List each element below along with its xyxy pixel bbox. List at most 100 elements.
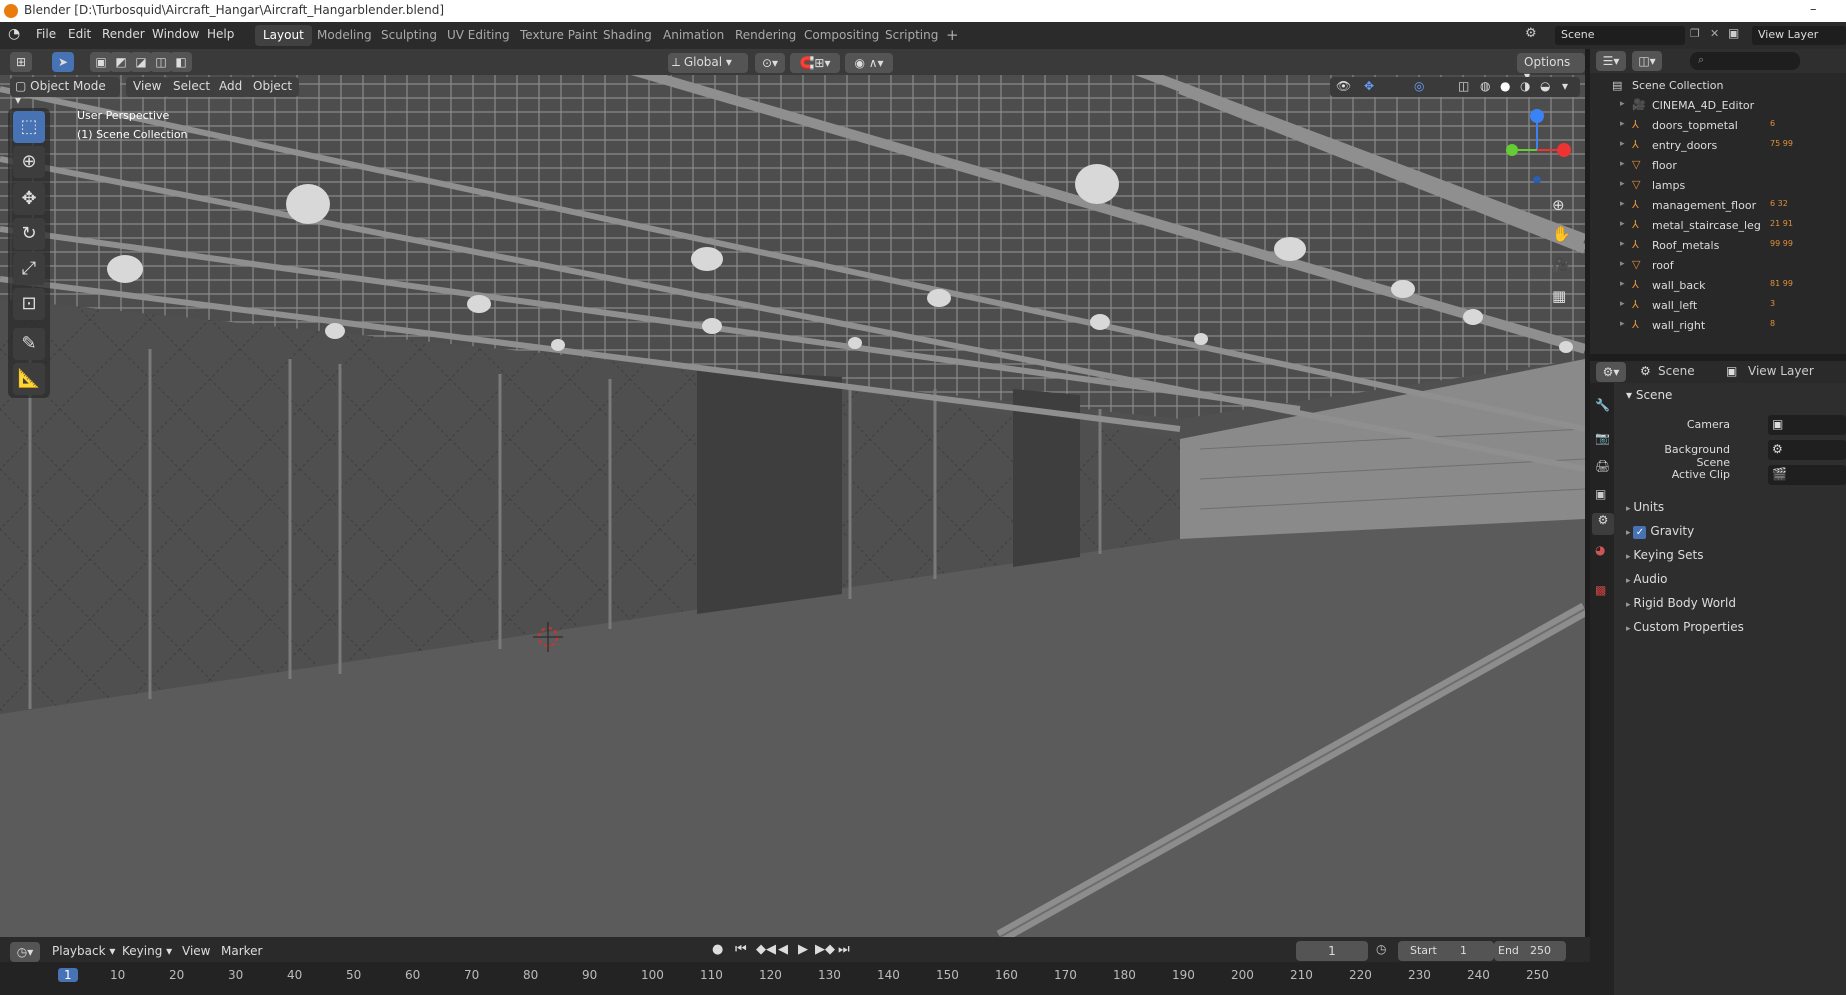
render-tab-icon[interactable]: 📷 [1595,431,1610,445]
tab-shading[interactable]: Shading [595,25,660,46]
expand-arrow-icon[interactable]: ▸ [1620,259,1625,269]
viewport-menu-add[interactable]: Add [212,77,250,97]
play-reverse-icon[interactable]: ◀ [778,942,788,957]
properties-section[interactable]: ▸ Custom Properties [1626,620,1744,634]
view-layer-field[interactable]: View Layer [1752,26,1846,45]
outliner-item[interactable]: ▸ ⅄ metal_staircase_leg 21 91 [1590,216,1846,236]
pivot-point-icon[interactable]: ⊙▾ [755,53,785,73]
play-icon[interactable]: ▶ [798,942,808,957]
background-scene-field[interactable]: ⚙ [1768,440,1846,460]
zoom-icon[interactable]: ⊕ [1552,196,1565,214]
outliner-item[interactable]: ▸ ▽ lamps [1590,176,1846,196]
scale-tool-icon[interactable]: ⤢ [13,253,45,285]
solid-shading-icon[interactable]: ● [1500,79,1510,93]
perspective-toggle-icon[interactable]: ▦ [1552,287,1566,305]
pan-hand-icon[interactable]: ✋ [1552,225,1571,243]
outliner-search-input[interactable]: ⌕ [1690,52,1800,70]
camera-field[interactable]: ▣ [1768,415,1846,435]
expand-arrow-icon[interactable]: ▸ [1620,159,1625,169]
start-frame-field[interactable]: Start 1 [1398,941,1494,961]
menu-window[interactable]: Window [152,27,199,41]
proportional-edit-icon[interactable]: ◉ ∧▾ [845,53,893,73]
viewport-menu-select[interactable]: Select [166,77,218,97]
camera-view-icon[interactable]: 🎥 [1552,256,1571,274]
blender-menu-icon[interactable]: ◔ [8,26,26,44]
rendered-shading-icon[interactable]: ◒ [1540,79,1550,93]
editor-type-icon[interactable]: ⊞ [10,52,32,72]
timeline-menu-view[interactable]: View [182,944,210,958]
menu-render[interactable]: Render [102,27,145,41]
world-tab-icon[interactable]: ◕ [1595,543,1605,557]
outliner-item[interactable]: ▸ ⅄ doors_topmetal 6 [1590,116,1846,136]
viewport-menu-object[interactable]: Object [246,77,300,97]
properties-tab-scene[interactable]: Scene [1658,364,1695,378]
outliner-root[interactable]: ▤ Scene Collection [1590,76,1846,96]
viewport-menu-view[interactable]: View [126,77,169,97]
tab-texture-paint[interactable]: Texture Paint [512,25,605,46]
display-mode-icon[interactable]: ◫▾ [1632,51,1662,71]
expand-arrow-icon[interactable]: ▸ [1620,139,1625,149]
outliner-item[interactable]: ▸ ⅄ wall_back 81 99 [1590,276,1846,296]
menu-edit[interactable]: Edit [68,27,91,41]
view-layer-icon[interactable]: ▣ [1728,26,1739,40]
outliner-item[interactable]: ▸ 🎥 CINEMA_4D_Editor [1590,96,1846,116]
current-frame-field[interactable]: 1 [1296,941,1368,961]
properties-tab-view-layer[interactable]: View Layer [1748,364,1814,378]
outliner-item[interactable]: ▸ ⅄ entry_doors 75 99 [1590,136,1846,156]
expand-arrow-icon[interactable]: ▸ [1620,99,1625,109]
outliner-editor-type-icon[interactable]: ☰▾ [1596,51,1626,71]
shading-options-icon[interactable]: ▾ [1562,79,1568,93]
properties-section[interactable]: ▸ ✓ Gravity [1626,524,1694,539]
delete-scene-icon[interactable]: ✕ [1710,27,1719,40]
snap-toggle-icon[interactable]: 🧲⊞▾ [790,53,840,73]
tab-layout[interactable]: Layout [255,25,312,46]
expand-arrow-icon[interactable]: ▸ [1620,119,1625,129]
outliner-item[interactable]: ▸ ⅄ management_floor 6 32 [1590,196,1846,216]
new-scene-icon[interactable]: ❐ [1690,27,1700,40]
scene-props-tab-icon[interactable]: ⚙ [1592,513,1614,535]
select-box-subtract-icon[interactable]: ◪ [130,52,152,72]
prev-keyframe-icon[interactable]: ◆◀ [756,942,776,957]
outliner-item[interactable]: ▸ ▽ floor [1590,156,1846,176]
menu-file[interactable]: File [36,27,56,41]
select-box-intersect-icon[interactable]: ◧ [170,52,192,72]
tab-rendering[interactable]: Rendering [727,25,804,46]
scene-field[interactable]: Scene [1555,26,1685,45]
properties-section[interactable]: ▸ Rigid Body World [1626,596,1736,610]
options-dropdown[interactable]: Options ▾ [1517,53,1585,83]
tab-animation[interactable]: Animation [655,25,732,46]
move-tool-icon[interactable]: ✥ [13,183,45,215]
wireframe-shading-icon[interactable]: ◍ [1480,79,1490,93]
tab-sculpting[interactable]: Sculpting [373,25,445,46]
jump-end-icon[interactable]: ⏭ [838,942,850,957]
transform-orientation-dropdown[interactable]: ⟂ Global ▾ [668,53,748,73]
gizmo-icon[interactable]: ✥ [1364,79,1374,93]
select-box-extend-icon[interactable]: ◩ [110,52,132,72]
outliner-item[interactable]: ▸ ⅄ wall_left 3 [1590,296,1846,316]
3d-viewport[interactable] [0,49,1585,937]
add-workspace-icon[interactable]: + [946,26,959,44]
jump-start-icon[interactable]: ⏮ [735,942,747,957]
transform-tool-icon[interactable]: ⊡ [13,288,45,320]
navigation-gizmo[interactable] [1500,108,1575,184]
outliner-item[interactable]: ▸ ▽ roof [1590,256,1846,276]
output-tab-icon[interactable]: 🖨 [1595,459,1610,473]
texture-tab-icon[interactable]: ▩ [1595,583,1606,597]
outliner-item[interactable]: ▸ ⅄ wall_right 8 [1590,316,1846,336]
scene-panel-header[interactable]: ▾ Scene [1626,388,1672,402]
properties-section[interactable]: ▸ Units [1626,500,1664,514]
active-clip-field[interactable]: 🎬 [1768,465,1846,485]
expand-arrow-icon[interactable]: ▸ [1620,179,1625,189]
timeline-menu-keying[interactable]: Keying ▾ [122,944,172,958]
next-keyframe-icon[interactable]: ▶◆ [815,942,835,957]
tab-uv-editing[interactable]: UV Editing [439,25,518,46]
view-layer-props-tab-icon[interactable]: ▣ [1595,487,1606,501]
tab-compositing[interactable]: Compositing [796,25,887,46]
expand-arrow-icon[interactable]: ▸ [1620,199,1625,209]
menu-help[interactable]: Help [207,27,234,41]
material-shading-icon[interactable]: ◑ [1520,79,1530,93]
clock-icon[interactable]: ◷ [1376,942,1386,956]
expand-arrow-icon[interactable]: ▸ [1620,319,1625,329]
measure-tool-icon[interactable]: 📐 [13,363,45,395]
rotate-tool-icon[interactable]: ↻ [13,218,45,250]
